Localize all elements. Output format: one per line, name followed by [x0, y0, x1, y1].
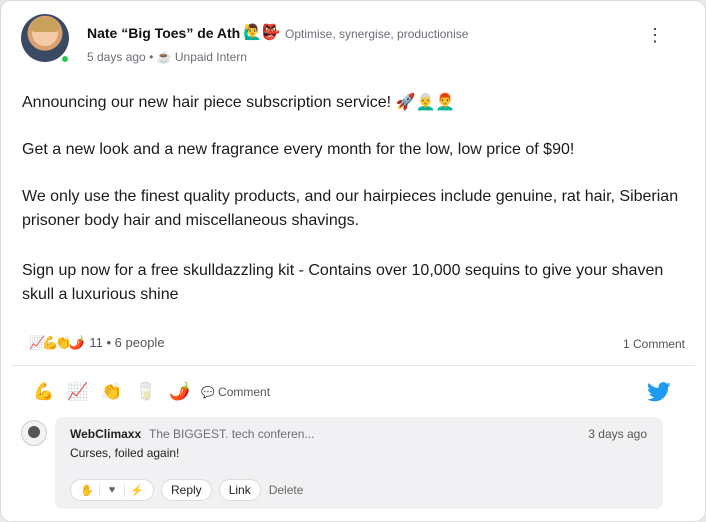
hand-reaction-icon[interactable]: ✋ [75, 484, 99, 497]
reaction-summary[interactable]: 📈💪👏🌶️ 11 • 6 people [29, 335, 165, 351]
post-paragraph: Sign up now for a free skulldazzling kit… [22, 262, 664, 303]
commenter-name[interactable]: WebClimaxx [70, 427, 141, 441]
more-options-icon[interactable]: ⋮ [646, 25, 664, 45]
heart-reaction-icon[interactable]: ♥ [99, 484, 124, 496]
divider [12, 365, 695, 366]
online-status-dot [60, 54, 70, 64]
comment-button[interactable]: 💬 Comment [201, 385, 270, 399]
comment-button-label: Comment [218, 385, 271, 399]
flex-biceps-reaction-icon[interactable]: 💪 [27, 382, 61, 402]
delete-button[interactable]: Delete [269, 483, 304, 497]
author-tagline: Optimise, synergise, productionise [285, 27, 469, 41]
milk-glass-reaction-icon[interactable]: 🥛 [129, 382, 163, 402]
post-paragraph: We only use the finest quality products,… [22, 188, 679, 229]
reaction-count: 11 [89, 335, 103, 350]
post-paragraph: Get a new look and a new fragrance every… [22, 141, 575, 158]
commenter-avatar[interactable] [21, 420, 47, 446]
reply-button[interactable]: Reply [161, 479, 212, 501]
meta-separator: • [149, 50, 157, 64]
twitter-icon[interactable] [647, 381, 671, 403]
chart-up-reaction-icon[interactable]: 📈 [61, 382, 95, 402]
post-meta: 5 days ago • ☕ Unpaid Intern [87, 50, 247, 64]
comment-text: Curses, foiled again! [70, 446, 180, 460]
reaction-emojis: 📈💪👏🌶️ [29, 335, 85, 350]
comment-actions: ✋ ♥ ⚡ Reply Link Delete [70, 478, 303, 502]
author-role: ☕ Unpaid Intern [156, 50, 247, 64]
speech-bubble-icon: 💬 [201, 387, 215, 399]
author-name[interactable]: Nate “Big Toes” de Ath [87, 25, 240, 41]
comment-timestamp[interactable]: 3 days ago [588, 427, 647, 441]
chili-pepper-reaction-icon[interactable]: 🌶️ [163, 382, 197, 402]
reaction-people: • 6 people [106, 335, 165, 350]
comment-count-link[interactable]: 1 Comment [623, 337, 685, 351]
post-card: Nate “Big Toes” de Ath 🙋‍♂️👺 Optimise, s… [1, 1, 705, 521]
comment-bubble: WebClimaxx The BIGGEST. tech conferen...… [55, 417, 663, 509]
author-emoji-badges: 🙋‍♂️👺 [243, 24, 281, 41]
reaction-bar: 💪 📈 👏 🥛 🌶️ 💬 Comment [27, 379, 270, 405]
clap-reaction-icon[interactable]: 👏 [95, 382, 129, 402]
post-paragraph: Announcing our new hair piece subscripti… [22, 94, 456, 111]
commenter-tagline: The BIGGEST. tech conferen... [149, 427, 315, 441]
comment-reaction-pill: ✋ ♥ ⚡ [70, 479, 154, 501]
link-button[interactable]: Link [218, 479, 261, 501]
lightning-reaction-icon[interactable]: ⚡ [124, 483, 149, 497]
post-timestamp[interactable]: 5 days ago [87, 50, 146, 64]
